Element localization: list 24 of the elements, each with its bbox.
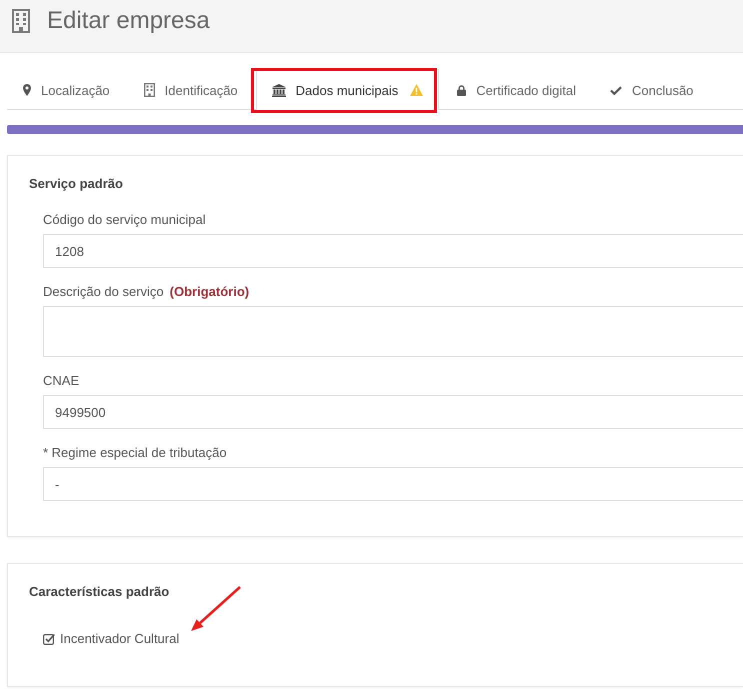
tab[interactable]: Localização [7,69,126,110]
tab[interactable]: Conclusão [594,69,710,110]
tab[interactable]: Certificado digital [441,69,592,110]
required-note: (Obrigatório) [170,283,250,301]
field-label: Descrição do serviço [43,283,164,301]
lock-icon [457,84,466,96]
building-icon [12,9,30,33]
checkbox-option[interactable]: Incentivador Cultural [43,630,180,648]
tab[interactable]: Dados municipais [256,69,440,110]
tab[interactable]: Identificação [128,69,254,110]
text-input[interactable]: 9499500 [43,395,743,429]
field-label: CNAE [43,372,80,390]
section-title: Serviço padrão [29,175,124,193]
text-input[interactable]: 1208 [43,234,743,268]
columns-building-icon [272,84,286,96]
check-icon [610,86,622,94]
textarea-field[interactable] [43,306,743,357]
map-pin-icon [23,84,31,96]
field-label: * Regime especial de tributação [43,444,227,462]
text-input[interactable]: - [43,467,743,501]
section-title: Características padrão [29,583,170,601]
field-label: Código do serviço municipal [43,211,206,229]
page-title: Editar empresa [47,9,210,33]
building-icon [144,83,155,97]
